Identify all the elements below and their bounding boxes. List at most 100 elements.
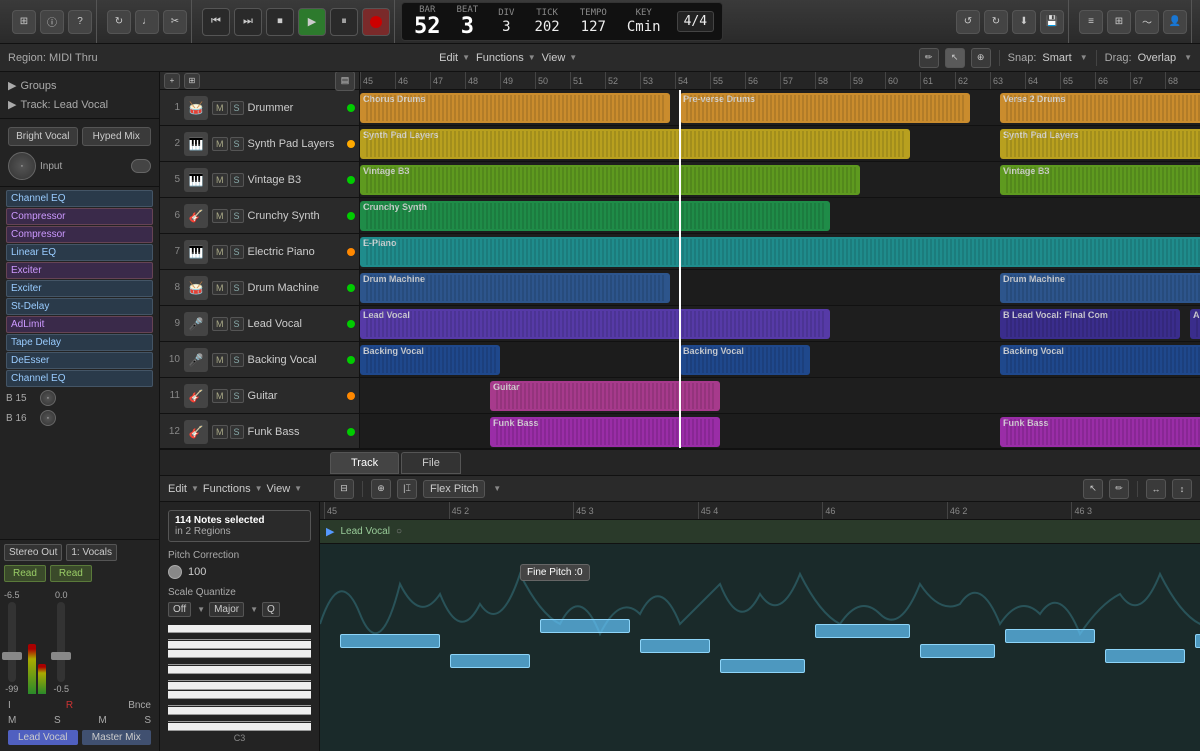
list-view-icon[interactable]: ≡: [1079, 10, 1103, 34]
track-tab[interactable]: Track: [330, 452, 399, 474]
add-track-btn[interactable]: +: [164, 73, 180, 89]
scale-q-btn[interactable]: Q: [262, 602, 280, 617]
piano-key-black-4[interactable]: [168, 700, 311, 706]
mute-btn-6[interactable]: M: [212, 209, 228, 223]
clip-a-lead-vocal:-final-co[interactable]: A Lead Vocal: Final Co: [1190, 309, 1200, 339]
mute-btn-5[interactable]: M: [212, 173, 228, 187]
output-label[interactable]: Stereo Out: [4, 544, 62, 561]
edit-menu[interactable]: Edit ▼: [439, 52, 470, 64]
flex-pitch-note-8[interactable]: [1105, 649, 1185, 663]
flex-pitch-note-9[interactable]: [1195, 634, 1200, 648]
pencil-tool[interactable]: ✏: [919, 48, 939, 68]
solo-btn-5[interactable]: S: [230, 173, 244, 187]
plugin-adlimit[interactable]: AdLimit: [6, 316, 153, 333]
clip-backing-vocal[interactable]: Backing Vocal: [680, 345, 810, 375]
fader-1[interactable]: [8, 602, 16, 682]
track-lane-10[interactable]: Backing Vocal Backing Vocal Backing Vocal: [360, 342, 1200, 378]
lower-functions-menu[interactable]: Functions ▼: [203, 483, 263, 495]
solo-btn-6[interactable]: S: [230, 209, 244, 223]
track-section[interactable]: ▶ Track: Lead Vocal: [4, 95, 155, 114]
track-header-row-1[interactable]: 1 🥁 M S Drummer: [160, 90, 359, 126]
flex-pitch-note-3[interactable]: [640, 639, 710, 653]
clip-e-piano[interactable]: E-Piano: [360, 237, 1200, 267]
view-menu[interactable]: View ▼: [542, 52, 578, 64]
solo-btn-2[interactable]: S: [230, 137, 244, 151]
scissors-icon[interactable]: ✂: [163, 10, 187, 34]
track-lane-6[interactable]: Crunchy Synth: [360, 198, 1200, 234]
m2-btn[interactable]: M: [98, 715, 106, 726]
send-b16-knob[interactable]: ·: [40, 410, 56, 426]
clip-drum-machine[interactable]: Drum Machine: [1000, 273, 1200, 303]
mute-btn-11[interactable]: M: [212, 389, 228, 403]
mute-btn-7[interactable]: M: [212, 245, 228, 259]
flex-options-btn[interactable]: ⊕: [371, 479, 391, 499]
preset1-btn[interactable]: Bright Vocal: [8, 127, 78, 146]
clip-synth-pad-layers[interactable]: Synth Pad Layers: [360, 129, 910, 159]
flex-pitch-note-7[interactable]: [1005, 629, 1095, 643]
solo-btn-8[interactable]: S: [230, 281, 244, 295]
lower-pencil-tool[interactable]: ✏: [1109, 479, 1129, 499]
clip-verse-2-drums[interactable]: Verse 2 Drums: [1000, 93, 1200, 123]
plugin-exciter-2[interactable]: Exciter: [6, 280, 153, 297]
grid-view-icon[interactable]: ⊞: [1107, 10, 1131, 34]
redo-icon[interactable]: ↻: [984, 10, 1008, 34]
lower-edit-menu[interactable]: Edit ▼: [168, 483, 199, 495]
record-button[interactable]: [362, 8, 390, 36]
track-lane-11[interactable]: Guitar: [360, 378, 1200, 414]
metronome-icon[interactable]: ♩: [135, 10, 159, 34]
piano-key-white-4[interactable]: [168, 666, 311, 674]
clip-vintage-b3[interactable]: Vintage B3: [360, 165, 860, 195]
plugin-linear-eq[interactable]: Linear EQ: [6, 244, 153, 261]
m-btn[interactable]: M: [8, 715, 16, 726]
save-icon[interactable]: 💾: [1040, 10, 1064, 34]
lower-zoom-h[interactable]: ↔: [1146, 479, 1166, 499]
lower-cursor-tool[interactable]: ↖: [1083, 479, 1103, 499]
flex-mode-btn[interactable]: ⊟: [334, 479, 354, 499]
mute-btn-10[interactable]: M: [212, 353, 228, 367]
clip-funk-bass[interactable]: Funk Bass: [490, 417, 720, 447]
clip-b-lead-vocal:-final-com[interactable]: B Lead Vocal: Final Com: [1000, 309, 1180, 339]
group-label[interactable]: 1: Vocals: [66, 544, 117, 561]
input-toggle[interactable]: [131, 159, 151, 173]
flex-pitch-note-6[interactable]: [920, 644, 995, 658]
mute-btn-9[interactable]: M: [212, 317, 228, 331]
track-header-row-5[interactable]: 5 🎹 M S Vintage B3: [160, 162, 359, 198]
mute-btn-8[interactable]: M: [212, 281, 228, 295]
clip-pre-verse-drums[interactable]: Pre-verse Drums: [680, 93, 970, 123]
pause-button[interactable]: ⏸: [330, 8, 358, 36]
piano-key-black-3[interactable]: [168, 675, 311, 681]
plugin-compressor-2[interactable]: Compressor: [6, 226, 153, 243]
solo-btn-10[interactable]: S: [230, 353, 244, 367]
mute-btn-12[interactable]: M: [212, 425, 228, 439]
clip-vintage-b3[interactable]: Vintage B3: [1000, 165, 1200, 195]
input-knob[interactable]: ·: [8, 152, 36, 180]
track-header-row-11[interactable]: 11 🎸 M S Guitar: [160, 378, 359, 414]
mute-btn-2[interactable]: M: [212, 137, 228, 151]
clip-lead-vocal[interactable]: Lead Vocal: [360, 309, 830, 339]
send-b15-knob[interactable]: ·: [40, 390, 56, 406]
file-tab[interactable]: File: [401, 452, 461, 474]
info-icon[interactable]: ⓘ: [40, 10, 64, 34]
mute-btn-1[interactable]: M: [212, 101, 228, 115]
undo-icon[interactable]: ↺: [956, 10, 980, 34]
track-lane-12[interactable]: Funk BassFunk Bass: [360, 414, 1200, 448]
clip-crunchy-synth[interactable]: Crunchy Synth: [360, 201, 830, 231]
waveform-view-icon[interactable]: 〜: [1135, 10, 1159, 34]
fader-thumb-2[interactable]: [51, 652, 71, 660]
s-btn[interactable]: S: [54, 715, 61, 726]
drag-value[interactable]: Overlap: [1138, 52, 1177, 64]
flex-pitch-note-1[interactable]: [450, 654, 530, 668]
clip-backing-vocal[interactable]: Backing Vocal: [360, 345, 500, 375]
flex-snap-btn[interactable]: |⌶: [397, 479, 417, 499]
lower-zoom-v[interactable]: ↕: [1172, 479, 1192, 499]
solo-btn-12[interactable]: S: [230, 425, 244, 439]
solo-btn-1[interactable]: S: [230, 101, 244, 115]
piano-key-black-2[interactable]: [168, 659, 311, 665]
flex-pitch-selector[interactable]: Flex Pitch: [423, 480, 485, 498]
flex-pitch-note-0[interactable]: [340, 634, 440, 648]
clip-backing-vocal[interactable]: Backing Vocal: [1000, 345, 1200, 375]
track-header-row-12[interactable]: 12 🎸 M S Funk Bass: [160, 414, 359, 448]
track-lane-8[interactable]: Drum MachineDrum Machine: [360, 270, 1200, 306]
clip-guitar[interactable]: Guitar: [490, 381, 720, 411]
plugin-deesser[interactable]: DeEsser: [6, 352, 153, 369]
